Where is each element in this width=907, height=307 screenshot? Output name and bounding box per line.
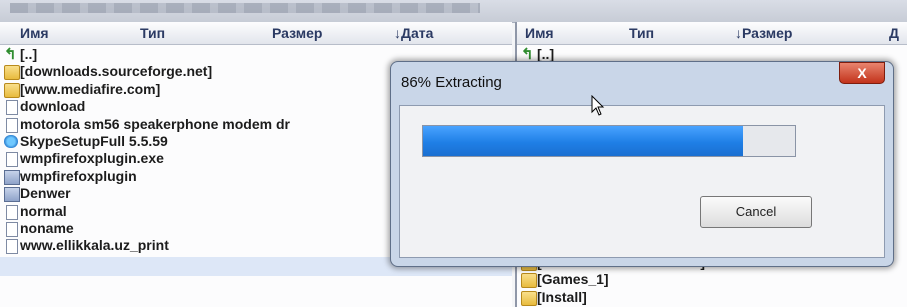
path-text-blurred: [10, 3, 480, 13]
column-name[interactable]: Имя: [20, 25, 49, 41]
extract-progress-dialog: 86% Extracting X Cancel: [390, 61, 894, 267]
dialog-body: Cancel: [399, 105, 885, 258]
file-name: wmpfirefoxplugin: [20, 167, 137, 184]
file-name: [downloads.sourceforge.net]: [20, 63, 213, 80]
folder-icon: [4, 82, 20, 98]
progress-bar-fill: [423, 126, 743, 156]
installer-icon: [4, 169, 20, 185]
folder-icon: [4, 65, 20, 81]
file-name: [..]: [20, 46, 38, 62]
file-icon: [6, 117, 18, 133]
column-type[interactable]: Тип: [629, 25, 654, 41]
close-button[interactable]: X: [839, 62, 885, 84]
up-arrow-icon: ↰: [4, 46, 17, 63]
file-name: motorola sm56 speakerphone modem dr: [20, 115, 290, 132]
column-date[interactable]: Д: [889, 25, 899, 41]
column-date[interactable]: ↓Дата: [394, 25, 433, 41]
column-size[interactable]: ↓Размер: [735, 25, 792, 41]
app-icon: [4, 187, 20, 203]
file-icon: [6, 239, 18, 255]
file-icon: [6, 100, 18, 116]
column-size[interactable]: Размер: [272, 25, 322, 41]
file-icon: [6, 221, 18, 237]
file-icon: [6, 152, 18, 168]
file-name: wmpfirefoxplugin.exe: [20, 150, 164, 167]
progress-bar: [422, 125, 796, 157]
file-name: [www.mediafire.com]: [20, 80, 161, 97]
close-icon: X: [857, 65, 867, 81]
column-type[interactable]: Тип: [140, 25, 165, 41]
folder-icon: [521, 290, 537, 306]
folder-icon: [521, 273, 537, 289]
up-arrow-icon: ↰: [521, 46, 534, 63]
file-name: download: [20, 98, 86, 115]
column-name[interactable]: Имя: [525, 25, 554, 41]
file-icon: [6, 204, 18, 220]
left-column-header: Имя Тип Размер ↓Дата: [0, 22, 512, 45]
cancel-button[interactable]: Cancel: [700, 196, 812, 228]
file-name: Denwer: [20, 185, 71, 202]
dialog-title: 86% Extracting: [401, 74, 502, 91]
panel-path-bar: [0, 0, 907, 23]
file-name: [Install]: [537, 288, 587, 305]
right-column-header: Имя Тип ↓Размер Д: [517, 22, 907, 45]
file-name: SkypeSetupFull 5.5.59: [20, 132, 168, 149]
file-name: noname: [20, 219, 74, 236]
list-item[interactable]: [Games_1]: [517, 271, 907, 289]
file-name: www.ellikkala.uz_print: [20, 237, 169, 254]
skype-icon: [4, 134, 18, 148]
list-item[interactable]: [Install]: [517, 289, 907, 306]
file-name: normal: [20, 202, 67, 219]
file-name: [Games_1]: [537, 271, 609, 288]
